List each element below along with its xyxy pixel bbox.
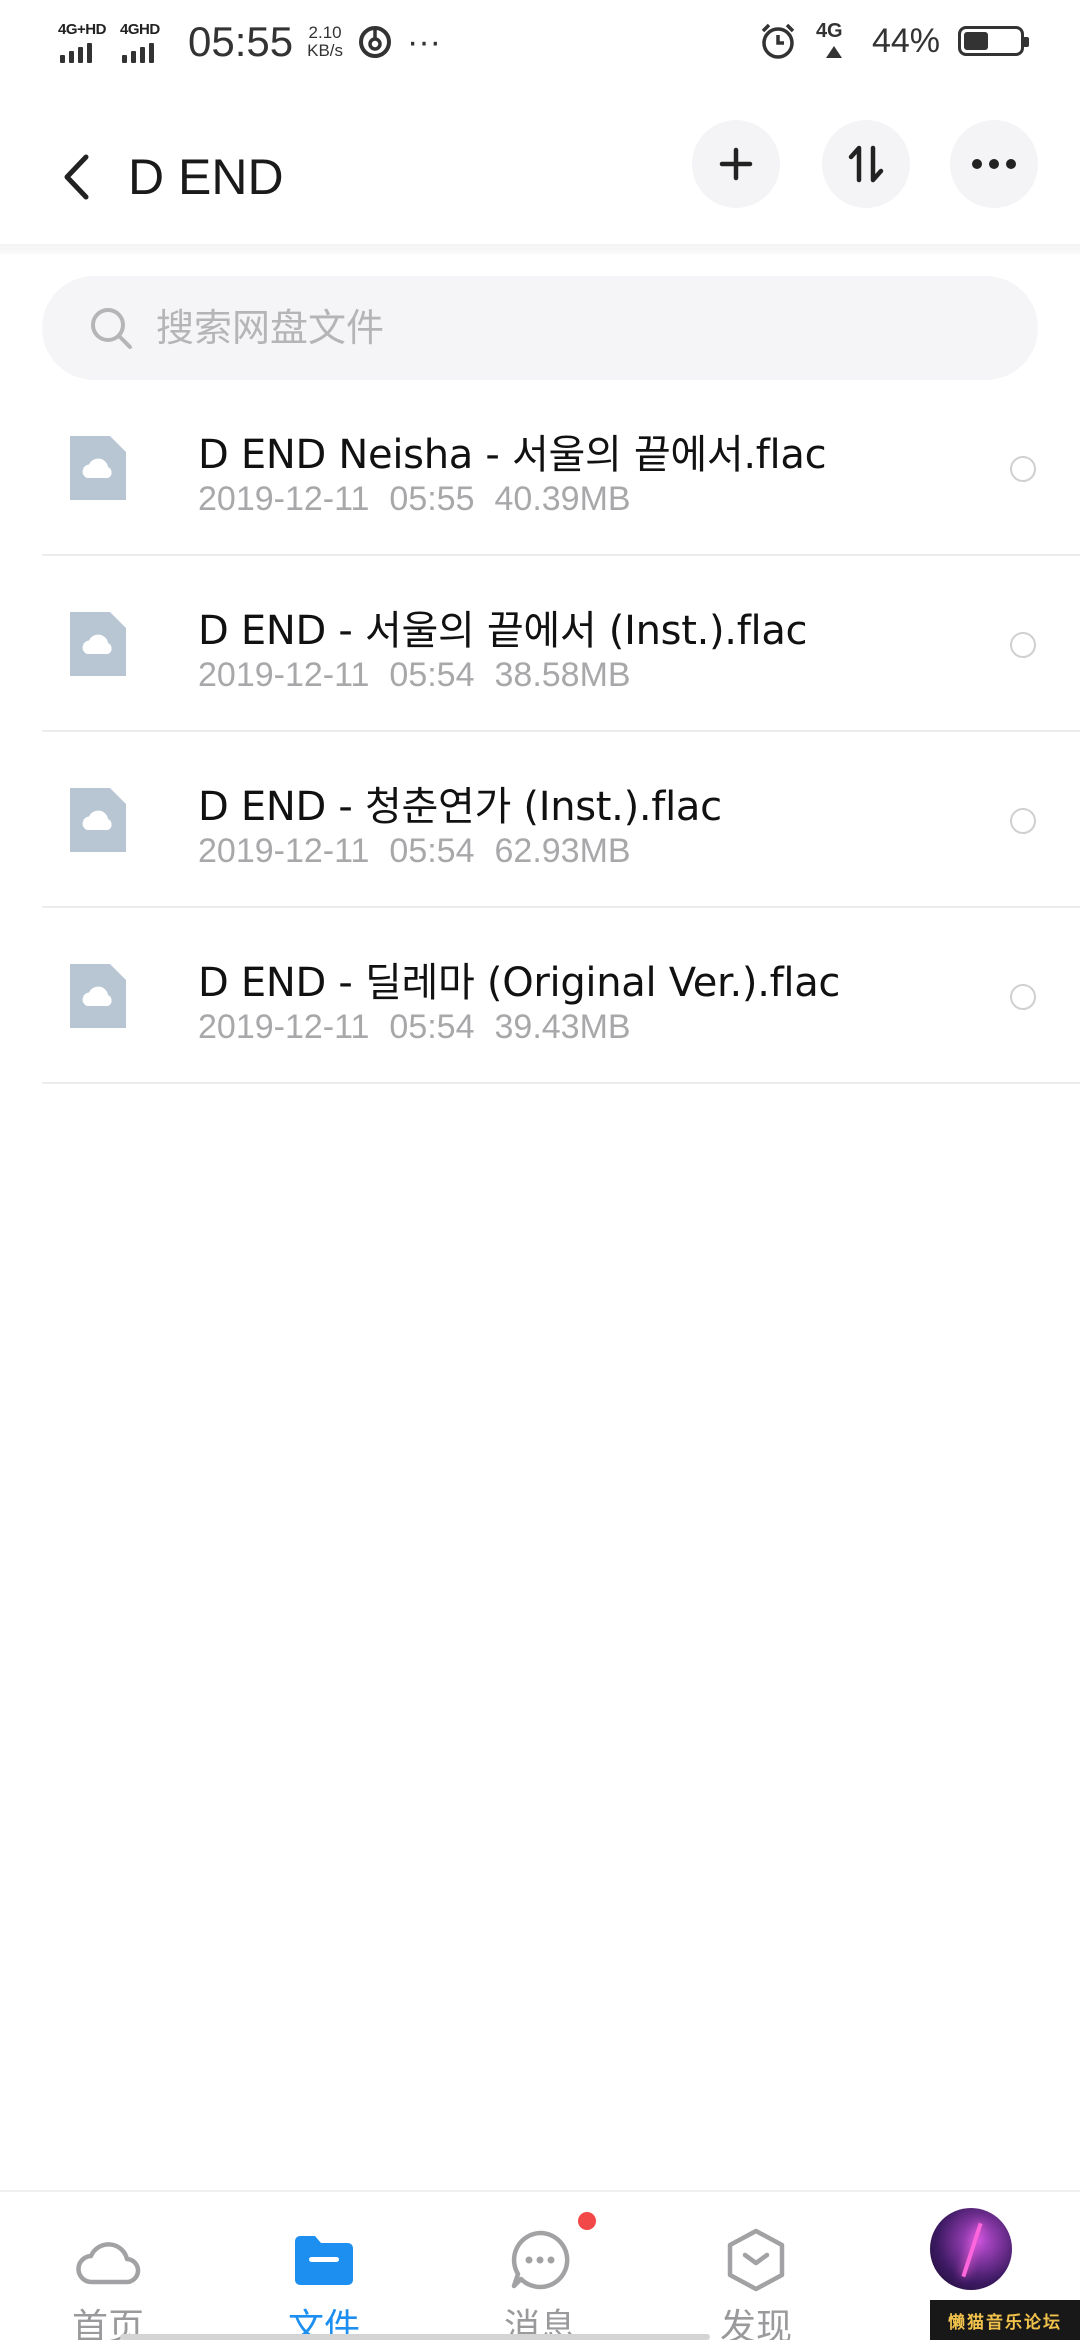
sort-arrows-icon [848,145,884,183]
file-meta: 2019-12-11 05:54 39.43MB [198,1008,631,1047]
search-bar[interactable] [42,276,1038,380]
file-size: 40.39MB [494,480,631,518]
file-time: 05:54 [389,1008,475,1046]
file-cloud-icon [70,788,126,852]
sort-button[interactable] [822,120,910,208]
nav-item-messages[interactable]: 消息 [432,2192,648,2340]
network-speed-value: 2.10 [308,23,342,42]
file-name: D END - 서울의 끝에서 (Inst.).flac [198,608,808,654]
file-row[interactable]: D END - 딜레마 (Original Ver.).flac 2019-12… [42,908,1080,1084]
header-divider [0,244,1080,254]
file-cloud-icon [70,436,126,500]
file-cloud-icon [70,964,126,1028]
nav-item-home[interactable]: 首页 [0,2192,216,2340]
header: D END [0,120,1080,230]
plus-icon [719,147,753,181]
add-button[interactable] [692,120,780,208]
battery-level [964,32,988,50]
network-speed: 2.10 KB/s [307,24,343,60]
avatar[interactable] [930,2208,1012,2290]
file-date: 2019-12-11 [198,656,370,694]
nav-item-discover[interactable]: 发现 [648,2192,864,2340]
mobile-data-icon: 4G [816,20,854,62]
file-meta: 2019-12-11 05:54 38.58MB [198,656,631,695]
file-row[interactable]: D END Neisha - 서울의 끝에서.flac 2019-12-11 0… [42,380,1080,556]
signal-1-label: 4G+HD [58,21,106,38]
status-more-icon: ··· [407,22,441,61]
discover-icon [727,2228,785,2292]
file-row[interactable]: D END - 서울의 끝에서 (Inst.).flac 2019-12-11 … [42,556,1080,732]
search-input[interactable] [156,306,956,350]
file-date: 2019-12-11 [198,832,370,870]
network-speed-unit: KB/s [307,41,344,60]
app-notification-icon [359,26,392,58]
file-date: 2019-12-11 [198,1008,370,1046]
file-cloud-icon [70,612,126,676]
back-button[interactable] [46,142,106,212]
status-time: 05:55 [188,18,294,65]
unread-badge [578,2212,596,2230]
chevron-left-icon [64,154,89,200]
folder-icon [295,2236,353,2285]
battery-icon [958,26,1029,56]
cloud-icon [76,2242,141,2285]
more-dots-icon [972,159,1016,169]
alarm-icon [761,23,795,59]
nav-item-files[interactable]: 文件 [216,2192,432,2340]
watermark: 懒猫音乐论坛 [930,2300,1080,2340]
file-select-checkbox[interactable] [1010,984,1036,1010]
file-time: 05:54 [389,832,475,870]
file-row[interactable]: D END - 청춘연가 (Inst.).flac 2019-12-11 05:… [42,732,1080,908]
file-name: D END Neisha - 서울의 끝에서.flac [198,432,827,478]
mobile-data-label: 4G [815,20,843,42]
file-meta: 2019-12-11 05:54 62.93MB [198,832,631,871]
more-button[interactable] [950,120,1038,208]
bottom-nav: 首页 文件 消息 发现 [0,2190,1080,2340]
page-title: D END [128,149,284,205]
file-meta: 2019-12-11 05:55 40.39MB [198,480,631,519]
file-size: 39.43MB [494,1008,631,1046]
status-bar: 4G+HD 4GHD 05:55 2.10 KB/s ··· 4G 44% [0,0,1080,84]
file-date: 2019-12-11 [198,480,370,518]
file-select-checkbox[interactable] [1010,632,1036,658]
home-indicator [120,2334,710,2340]
file-size: 38.58MB [494,656,631,694]
file-select-checkbox[interactable] [1010,456,1036,482]
chat-icon [511,2230,570,2290]
signal-2-icon: 4GHD [120,21,168,63]
file-size: 62.93MB [494,832,631,870]
signal-2-label: 4GHD [120,21,160,38]
file-time: 05:54 [389,656,475,694]
file-name: D END - 청춘연가 (Inst.).flac [198,784,722,830]
file-select-checkbox[interactable] [1010,808,1036,834]
file-name: D END - 딜레마 (Original Ver.).flac [198,960,841,1006]
battery-percent: 44% [871,21,940,60]
signal-1-icon: 4G+HD [58,21,106,63]
search-icon [91,308,132,349]
file-time: 05:55 [389,480,475,518]
file-list: D END Neisha - 서울의 끝에서.flac 2019-12-11 0… [0,380,1080,1084]
